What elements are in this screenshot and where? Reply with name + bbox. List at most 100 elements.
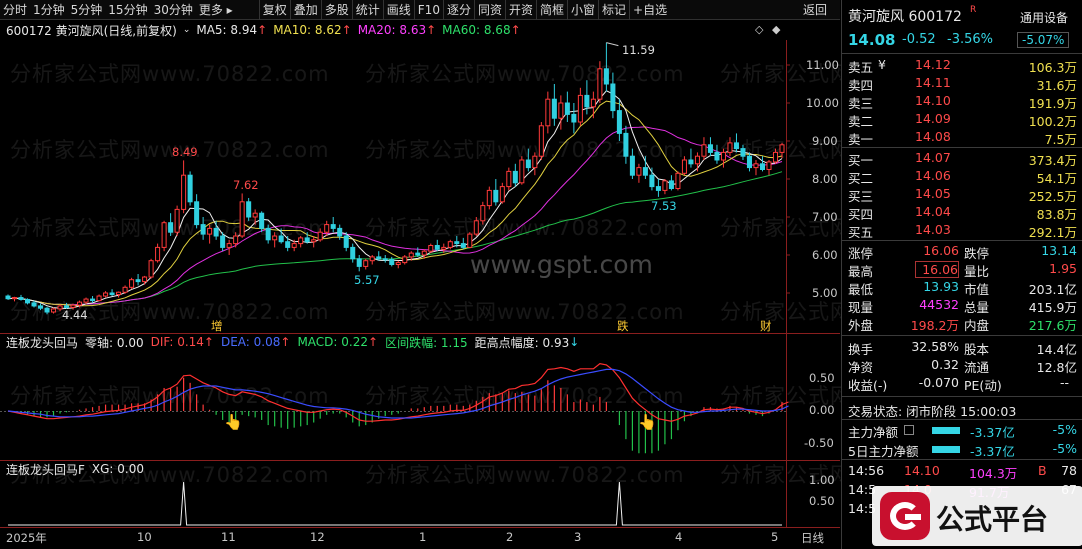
dea-up-arrow-icon: ↑ — [280, 335, 291, 349]
bid-row[interactable]: 买四 14.04 83.8万 — [842, 203, 1082, 222]
xg-line — [8, 481, 782, 526]
date-axis-label: 3 — [574, 530, 582, 544]
dif-up-arrow-icon: ↑ — [203, 335, 214, 349]
indicator2-name[interactable]: 连板龙头回马F — [6, 461, 85, 478]
candle-body — [265, 227, 271, 241]
candle-body — [5, 295, 11, 300]
candle-body — [772, 151, 779, 163]
macd-axis-label: 0.50 — [809, 371, 835, 385]
price-axis-label: 9.00 — [812, 134, 838, 148]
period-label[interactable]: 日线 — [801, 530, 824, 546]
candle-body — [291, 243, 297, 248]
stat-value: 198.2万 — [910, 318, 959, 333]
flow-value: -3.37亿 — [970, 425, 1015, 440]
date-axis-label: 4 — [675, 530, 683, 544]
candle-body — [174, 208, 180, 233]
bid-row[interactable]: 买二 14.06 54.1万 — [842, 167, 1082, 186]
fin-row: 净资 0.32 流通 12.8亿 — [842, 356, 1082, 375]
ask-row[interactable]: 卖二 14.09 100.2万 — [842, 110, 1082, 129]
stat-row: 最低 13.93 市值 203.1亿 — [842, 278, 1082, 297]
event-marker[interactable]: 财 — [760, 318, 772, 334]
peak-price-label: 7.62 — [233, 178, 259, 192]
candle-body — [408, 252, 414, 258]
candle-body — [720, 151, 726, 161]
candle-body — [24, 298, 31, 304]
zero-axis-value: 零轴: 0.00 — [85, 335, 144, 350]
bid-row[interactable]: 买五 14.03 292.1万 — [842, 221, 1082, 240]
stock-chart-app: 分时 1分钟 5分钟 15分钟 30分钟 更多 ▸ 复权 叠加 多股 统计 画线… — [0, 0, 1082, 549]
bid-price: 14.06 — [915, 168, 951, 183]
stat-label: 内盘 — [964, 318, 990, 333]
ask-price: 14.09 — [915, 111, 951, 126]
event-marker[interactable]: 跌 — [617, 318, 629, 334]
event-marker[interactable]: 增 — [211, 318, 223, 334]
date-axis-label: 5 — [771, 530, 779, 544]
candle-body — [447, 241, 453, 248]
bid-row[interactable]: 买三 14.05 252.5万 — [842, 185, 1082, 204]
candle-body — [259, 212, 265, 229]
fin-row: 收益(-) -0.070 PE(动) -- — [842, 374, 1082, 393]
candle-body — [493, 189, 499, 203]
candle-body — [681, 159, 687, 174]
date-axis-label: 12 — [310, 530, 325, 544]
macd-axis-label: -0.50 — [804, 436, 834, 450]
bid-price: 14.04 — [915, 204, 951, 219]
quote-panel: 黄河旋风 600172 R 通用设备 14.08 -0.52 -3.56% -5… — [841, 0, 1082, 549]
xg-value: XG: 0.00 — [91, 462, 145, 476]
ask-price: 14.12 — [915, 57, 951, 72]
ask-price: 14.08 — [915, 129, 951, 144]
ask-row[interactable]: 卖五 ¥ 14.12 106.3万 — [842, 56, 1082, 75]
flow-row: 主力净额 -3.37亿 -5% — [842, 421, 1082, 440]
candle-body — [181, 174, 187, 210]
candle-body — [753, 163, 759, 169]
logo-g-icon — [880, 492, 930, 540]
stock-title: 黄河旋风 600172 — [848, 9, 962, 25]
candle-body — [317, 231, 323, 241]
candle-body — [499, 186, 505, 203]
ask-price: 14.10 — [915, 93, 951, 108]
candle-body — [376, 256, 382, 260]
candle-body — [51, 308, 57, 313]
ask-row[interactable]: 卖四 14.11 31.6万 — [842, 74, 1082, 93]
date-axis-label: 11 — [221, 530, 236, 544]
current-price: 14.08 — [848, 31, 896, 49]
ask-row[interactable]: 卖三 14.10 191.9万 — [842, 92, 1082, 111]
candle-body — [363, 260, 369, 267]
stat-value: 16.06 — [923, 243, 959, 258]
candle-body — [233, 235, 239, 245]
low-price-label: 5.57 — [354, 273, 380, 287]
candle-body — [655, 186, 661, 191]
candle-body — [714, 151, 720, 161]
candle-body — [382, 258, 388, 261]
candle-body — [389, 259, 395, 265]
candle-body — [538, 125, 544, 157]
candle-body — [642, 167, 648, 176]
candle-body — [668, 180, 674, 189]
ask-row[interactable]: 卖一 14.08 7.5万 — [842, 128, 1082, 147]
price-axis-label: 10.00 — [806, 96, 839, 110]
candle-body — [649, 174, 655, 188]
candle-body — [662, 180, 668, 191]
candle-body — [116, 291, 122, 296]
bid-price: 14.03 — [915, 222, 951, 237]
flow-bar — [932, 446, 960, 453]
stat-row: 涨停 16.06 跌停 13.14 — [842, 242, 1082, 261]
flow-doc-icon[interactable] — [904, 425, 914, 435]
industry-tag[interactable]: 通用设备 — [1020, 9, 1068, 26]
flow-pct: -5% — [1052, 441, 1077, 456]
candle-body — [239, 201, 245, 237]
candle-body — [77, 301, 83, 306]
candle-body — [460, 243, 466, 248]
low-price-label: 4.44 — [62, 308, 88, 322]
bid-price: 14.07 — [915, 150, 951, 165]
bid-row[interactable]: 买一 14.07 373.4万 — [842, 149, 1082, 168]
candle-body — [142, 276, 148, 283]
candle-body — [38, 305, 44, 309]
indicator1-name[interactable]: 连板龙头回马 — [6, 334, 78, 351]
dea-value: DEA: 0.08 — [220, 335, 281, 349]
candle-body — [551, 98, 557, 119]
candle-body — [428, 245, 434, 252]
macd-axis-label: 0.00 — [809, 403, 835, 417]
fin-value: -0.070 — [918, 375, 959, 390]
date-axis-label: 10 — [137, 530, 152, 544]
